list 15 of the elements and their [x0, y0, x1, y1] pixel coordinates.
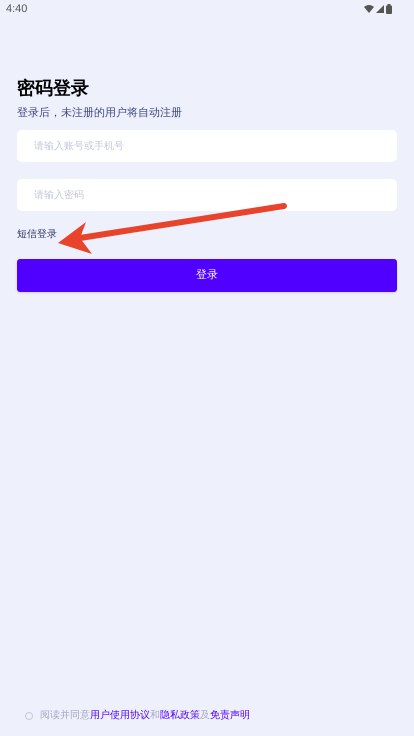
battery-icon: [386, 4, 392, 14]
page-title: 密码登录: [17, 77, 90, 100]
wifi-icon: [364, 5, 374, 13]
agree-radio[interactable]: [25, 712, 33, 720]
policy-link[interactable]: 免责声明: [210, 710, 250, 721]
input-field[interactable]: 请输入账号或手机号: [17, 130, 397, 162]
input-field[interactable]: 请输入密码: [17, 179, 397, 211]
signal-icon: [376, 5, 384, 13]
policy-link[interactable]: 用户使用协议: [90, 710, 150, 721]
status-time: 4:40: [6, 2, 28, 17]
agreement-text: 阅读并同意用户使用协议和隐私政策及免责声明: [40, 708, 250, 723]
policy-link[interactable]: 隐私政策: [160, 710, 200, 721]
login-button[interactable]: 登录: [17, 259, 397, 292]
sms-login-link[interactable]: 短信登录: [17, 228, 57, 242]
subtitle: 登录后，未注册的用户将自动注册: [17, 106, 183, 120]
